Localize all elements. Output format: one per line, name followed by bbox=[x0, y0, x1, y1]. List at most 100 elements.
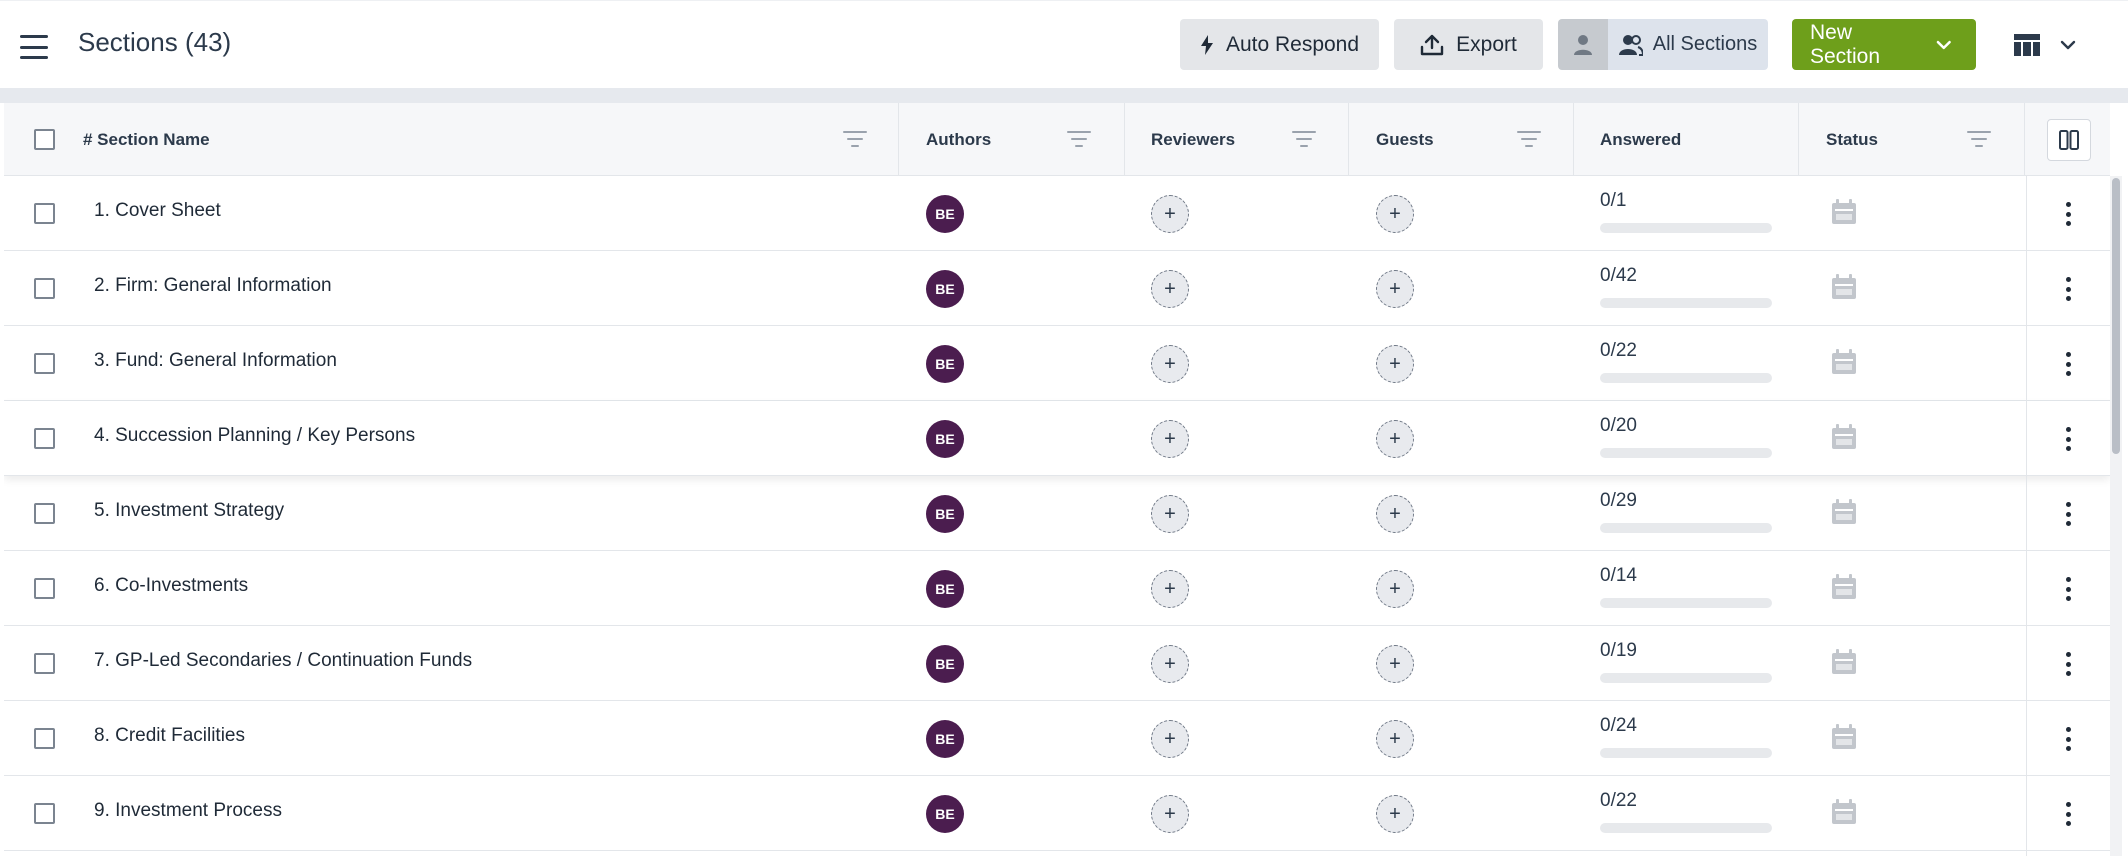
row-checkbox[interactable] bbox=[34, 353, 55, 374]
add-guest-button[interactable]: + bbox=[1376, 420, 1414, 458]
table-row[interactable]: 3. Fund: General Information BE + + 0/22 bbox=[4, 326, 2110, 401]
table-row[interactable]: 4. Succession Planning / Key Persons BE … bbox=[4, 401, 2110, 476]
section-name[interactable]: 5. Investment Strategy bbox=[94, 500, 284, 522]
author-avatar[interactable]: BE bbox=[926, 345, 964, 383]
column-settings-button[interactable] bbox=[2047, 119, 2091, 161]
calendar-icon[interactable] bbox=[1830, 648, 1858, 676]
column-header-reviewers[interactable]: Reviewers bbox=[1151, 103, 1235, 176]
plus-icon: + bbox=[1389, 202, 1401, 225]
row-checkbox[interactable] bbox=[34, 428, 55, 449]
column-header-guests[interactable]: Guests bbox=[1376, 103, 1434, 176]
row-checkbox[interactable] bbox=[34, 578, 55, 599]
calendar-icon[interactable] bbox=[1830, 198, 1858, 226]
add-reviewer-button[interactable]: + bbox=[1151, 570, 1189, 608]
add-guest-button[interactable]: + bbox=[1376, 495, 1414, 533]
filter-icon[interactable] bbox=[1066, 131, 1092, 149]
filter-icon[interactable] bbox=[842, 131, 868, 149]
add-reviewer-button[interactable]: + bbox=[1151, 495, 1189, 533]
add-guest-button[interactable]: + bbox=[1376, 195, 1414, 233]
export-button[interactable]: Export bbox=[1394, 19, 1543, 70]
column-header-section-name[interactable]: # Section Name bbox=[83, 103, 210, 176]
add-reviewer-button[interactable]: + bbox=[1151, 270, 1189, 308]
auto-respond-button[interactable]: Auto Respond bbox=[1180, 19, 1379, 70]
select-all-checkbox[interactable] bbox=[34, 129, 55, 150]
all-sections-toggle[interactable]: All Sections bbox=[1608, 19, 1768, 70]
section-name[interactable]: 3. Fund: General Information bbox=[94, 350, 337, 372]
plus-icon: + bbox=[1389, 577, 1401, 600]
chevron-down-icon[interactable] bbox=[1936, 40, 1952, 50]
more-options-icon[interactable] bbox=[2056, 723, 2080, 755]
calendar-icon[interactable] bbox=[1830, 573, 1858, 601]
filter-icon[interactable] bbox=[1291, 131, 1317, 149]
section-name[interactable]: 7. GP-Led Secondaries / Continuation Fun… bbox=[94, 650, 472, 672]
more-options-icon[interactable] bbox=[2056, 198, 2080, 230]
section-filter-toggle[interactable]: All Sections bbox=[1558, 19, 1768, 70]
calendar-icon[interactable] bbox=[1830, 723, 1858, 751]
add-guest-button[interactable]: + bbox=[1376, 345, 1414, 383]
add-reviewer-button[interactable]: + bbox=[1151, 345, 1189, 383]
calendar-icon[interactable] bbox=[1830, 348, 1858, 376]
column-header-status[interactable]: Status bbox=[1826, 103, 1878, 176]
row-checkbox[interactable] bbox=[34, 203, 55, 224]
row-checkbox[interactable] bbox=[34, 503, 55, 524]
row-checkbox[interactable] bbox=[34, 728, 55, 749]
add-reviewer-button[interactable]: + bbox=[1151, 420, 1189, 458]
section-name[interactable]: 6. Co-Investments bbox=[94, 575, 248, 597]
calendar-icon[interactable] bbox=[1830, 423, 1858, 451]
my-sections-toggle[interactable] bbox=[1558, 19, 1608, 70]
scrollbar-thumb[interactable] bbox=[2112, 178, 2120, 454]
author-avatar[interactable]: BE bbox=[926, 270, 964, 308]
table-row[interactable]: 9. Investment Process BE + + 0/22 bbox=[4, 776, 2110, 851]
menu-icon[interactable] bbox=[20, 35, 48, 59]
more-options-icon[interactable] bbox=[2056, 648, 2080, 680]
more-options-icon[interactable] bbox=[2056, 348, 2080, 380]
section-name[interactable]: 8. Credit Facilities bbox=[94, 725, 245, 747]
section-name[interactable]: 9. Investment Process bbox=[94, 800, 282, 822]
calendar-icon[interactable] bbox=[1830, 798, 1858, 826]
row-checkbox[interactable] bbox=[34, 278, 55, 299]
chevron-down-icon[interactable] bbox=[2060, 40, 2076, 50]
calendar-icon[interactable] bbox=[1830, 273, 1858, 301]
author-avatar[interactable]: BE bbox=[926, 495, 964, 533]
add-guest-button[interactable]: + bbox=[1376, 795, 1414, 833]
section-name[interactable]: 1. Cover Sheet bbox=[94, 200, 221, 222]
more-options-icon[interactable] bbox=[2056, 423, 2080, 455]
section-name[interactable]: 4. Succession Planning / Key Persons bbox=[94, 425, 415, 447]
author-avatar[interactable]: BE bbox=[926, 195, 964, 233]
filter-icon[interactable] bbox=[1966, 131, 1992, 149]
column-header-authors[interactable]: Authors bbox=[926, 103, 991, 176]
table-row[interactable]: 8. Credit Facilities BE + + 0/24 bbox=[4, 701, 2110, 776]
add-reviewer-button[interactable]: + bbox=[1151, 720, 1189, 758]
add-reviewer-button[interactable]: + bbox=[1151, 795, 1189, 833]
more-options-icon[interactable] bbox=[2056, 798, 2080, 830]
table-row[interactable]: 7. GP-Led Secondaries / Continuation Fun… bbox=[4, 626, 2110, 701]
add-reviewer-button[interactable]: + bbox=[1151, 645, 1189, 683]
table-row[interactable]: 5. Investment Strategy BE + + 0/29 bbox=[4, 476, 2110, 551]
author-avatar[interactable]: BE bbox=[926, 420, 964, 458]
add-guest-button[interactable]: + bbox=[1376, 270, 1414, 308]
plus-icon: + bbox=[1164, 427, 1176, 450]
add-guest-button[interactable]: + bbox=[1376, 570, 1414, 608]
author-avatar[interactable]: BE bbox=[926, 720, 964, 758]
view-switcher[interactable] bbox=[2014, 31, 2094, 59]
calendar-icon[interactable] bbox=[1830, 498, 1858, 526]
table-row[interactable]: 2. Firm: General Information BE + + 0/42 bbox=[4, 251, 2110, 326]
column-header-answered[interactable]: Answered bbox=[1600, 103, 1681, 176]
filter-icon[interactable] bbox=[1516, 131, 1542, 149]
add-guest-button[interactable]: + bbox=[1376, 720, 1414, 758]
table-row[interactable]: 1. Cover Sheet BE + + 0/1 bbox=[4, 176, 2110, 251]
more-options-icon[interactable] bbox=[2056, 273, 2080, 305]
author-avatar[interactable]: BE bbox=[926, 795, 964, 833]
row-checkbox[interactable] bbox=[34, 803, 55, 824]
author-avatar[interactable]: BE bbox=[926, 570, 964, 608]
new-section-button[interactable]: New Section bbox=[1792, 19, 1976, 70]
table-row[interactable]: 6. Co-Investments BE + + 0/14 bbox=[4, 551, 2110, 626]
more-options-icon[interactable] bbox=[2056, 573, 2080, 605]
author-avatar[interactable]: BE bbox=[926, 645, 964, 683]
vertical-scrollbar[interactable] bbox=[2110, 176, 2122, 856]
row-checkbox[interactable] bbox=[34, 653, 55, 674]
section-name[interactable]: 2. Firm: General Information bbox=[94, 275, 332, 297]
more-options-icon[interactable] bbox=[2056, 498, 2080, 530]
add-guest-button[interactable]: + bbox=[1376, 645, 1414, 683]
add-reviewer-button[interactable]: + bbox=[1151, 195, 1189, 233]
